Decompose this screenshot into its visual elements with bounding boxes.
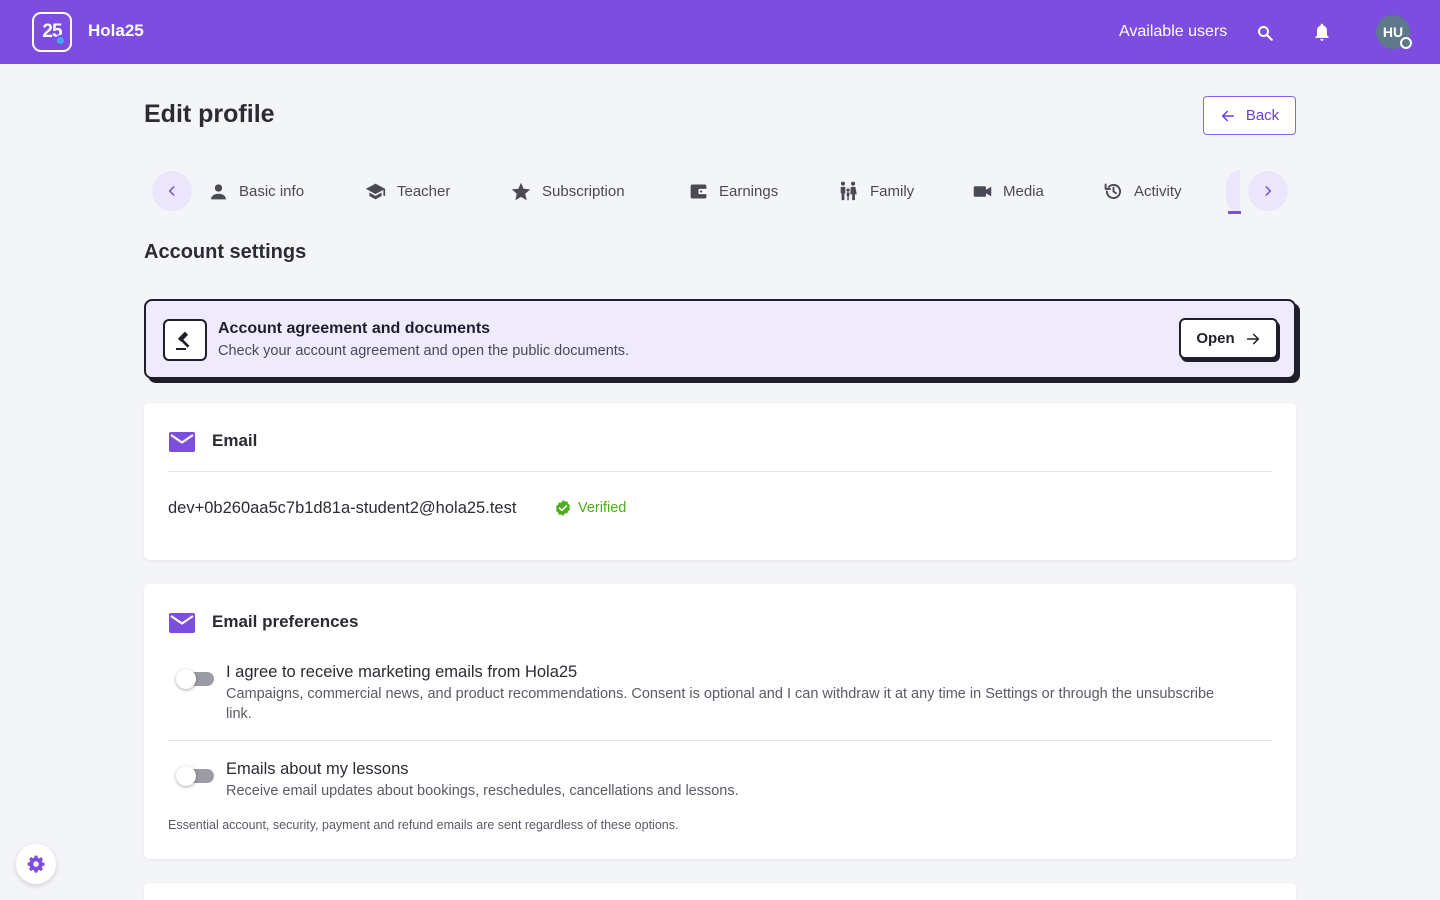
avatar-status-indicator [1400,37,1412,49]
gavel-icon [163,319,207,361]
section-title: Account settings [144,241,307,263]
tab-label: Basic info [239,182,305,200]
email-preferences-card: Email preferences I agree to receive mar… [144,584,1296,859]
tab-label: Subscription [542,182,625,200]
lesson-emails-description: Receive email updates about bookings, re… [226,783,739,799]
divider [168,740,1272,741]
arrow-right-icon [1246,333,1259,344]
gear-icon [27,855,45,873]
arrow-left-icon [1221,110,1234,121]
tab-label: Teacher [397,182,451,200]
settings-button[interactable] [16,844,56,884]
tab-label: Family [870,182,915,200]
tab-label: Activity [1134,182,1182,200]
tabs-scroll-left-button[interactable] [152,171,192,211]
toggle-knob [176,766,196,786]
marketing-emails-toggle[interactable] [176,669,214,689]
tab-active-partial[interactable] [1226,170,1240,212]
graduation-cap-icon [365,183,386,199]
search-icon[interactable] [1254,22,1276,44]
email-address: dev+0b260aa5c7b1d81a-student2@hola25.tes… [168,499,517,517]
person-icon [211,183,226,199]
history-icon [1104,183,1121,199]
tab-label: Media [1003,182,1044,200]
tab-basic-info[interactable]: Basic info [208,180,304,202]
email-preferences-title: Email preferences [212,612,359,631]
tab-teacher[interactable]: Teacher [364,180,450,202]
agreement-subtitle: Check your account agreement and open th… [218,343,630,359]
open-button-label: Open [1196,330,1235,347]
logo-dot [55,35,66,46]
family-icon [840,181,857,201]
divider [168,471,1272,472]
bell-icon[interactable] [1310,20,1334,44]
agreement-title: Account agreement and documents [218,320,491,337]
verified-badge: Verified [554,499,626,517]
brand-name[interactable]: Hola25 [88,21,144,41]
tabs-scroll-right-button[interactable] [1248,171,1288,211]
tab-media[interactable]: Media [972,180,1044,202]
available-users-link[interactable]: Available users [1119,23,1227,41]
verified-check-icon [555,500,571,516]
verified-label: Verified [578,500,627,516]
open-button[interactable]: Open [1179,318,1278,359]
star-icon [511,182,531,200]
toggle-knob [176,669,196,689]
tab-earnings[interactable]: Earnings [688,180,778,202]
back-button-label: Back [1245,107,1280,124]
video-camera-icon [973,185,992,197]
tab-active-underline [1228,211,1241,214]
wallet-icon [690,184,708,198]
avatar[interactable]: HU [1376,15,1412,49]
email-card: Email dev+0b260aa5c7b1d81a-student2@hola… [144,403,1296,560]
tab-family[interactable]: Family [837,180,914,202]
top-bar: 25 Hola25 Available users HU [0,0,1440,64]
page-title: Edit profile [144,100,275,128]
agreement-card: Account agreement and documents Check yo… [144,299,1296,379]
tab-subscription[interactable]: Subscription [510,180,625,202]
marketing-emails-description: Campaigns, commercial news, and product … [226,686,1215,722]
marketing-emails-title: I agree to receive marketing emails from… [226,663,578,681]
lesson-emails-title: Emails about my lessons [226,760,409,778]
mail-icon [169,432,195,452]
email-card-title: Email [212,431,258,450]
next-card [144,883,1296,900]
preferences-footnote: Essential account, security, payment and… [168,818,679,832]
avatar-initials: HU [1382,24,1404,40]
tab-activity[interactable]: Activity [1103,180,1182,202]
tab-label: Earnings [719,182,779,200]
lesson-emails-toggle[interactable] [176,766,214,786]
mail-icon [169,613,195,633]
chevron-left-icon [168,186,175,196]
app-logo[interactable]: 25 [32,12,72,52]
back-button[interactable]: Back [1203,96,1296,135]
chevron-right-icon [1265,186,1272,196]
